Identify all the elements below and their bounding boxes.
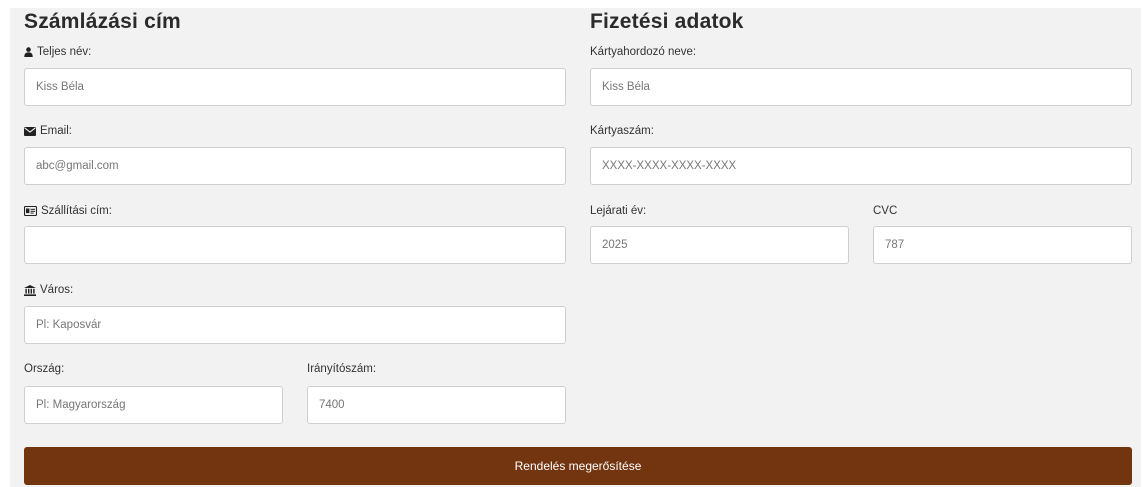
exp-year-input[interactable] bbox=[590, 226, 849, 264]
cvc-input[interactable] bbox=[873, 226, 1132, 264]
email-label: Email: bbox=[24, 125, 72, 137]
city-input[interactable] bbox=[24, 306, 566, 344]
full-name-label-text: Teljes név: bbox=[37, 46, 92, 58]
full-name-label: Teljes név: bbox=[24, 46, 91, 58]
zip-input[interactable] bbox=[307, 386, 566, 424]
card-holder-input[interactable] bbox=[590, 68, 1132, 106]
full-name-input[interactable] bbox=[24, 68, 566, 106]
payment-title: Fizetési adatok bbox=[590, 10, 744, 33]
exp-year-label-text: Lejárati év: bbox=[590, 205, 647, 217]
shipping-address-input[interactable] bbox=[24, 226, 566, 264]
shipping-address-label-text: Szállítási cím: bbox=[41, 205, 112, 217]
card-number-input[interactable] bbox=[590, 147, 1132, 185]
zip-label: Irányítószám: bbox=[307, 363, 376, 375]
country-label: Ország: bbox=[24, 363, 64, 375]
city-label-text: Város: bbox=[40, 284, 74, 296]
country-label-text: Ország: bbox=[24, 363, 65, 375]
bank-icon bbox=[24, 284, 36, 296]
confirm-order-button[interactable]: Rendelés megerősítése bbox=[24, 447, 1132, 485]
country-input[interactable] bbox=[24, 386, 283, 424]
email-label-text: Email: bbox=[40, 125, 72, 137]
id-card-icon bbox=[24, 206, 37, 216]
cvc-label-text: CVC bbox=[873, 205, 898, 217]
exp-year-label: Lejárati év: bbox=[590, 205, 646, 217]
email-input[interactable] bbox=[24, 147, 566, 185]
zip-label-text: Irányítószám: bbox=[307, 363, 377, 375]
shipping-address-label: Szállítási cím: bbox=[24, 205, 112, 217]
envelope-icon bbox=[24, 126, 36, 136]
cvc-label: CVC bbox=[873, 205, 897, 217]
billing-title: Számlázási cím bbox=[24, 10, 181, 33]
card-number-label-text: Kártyaszám: bbox=[590, 125, 654, 137]
city-label: Város: bbox=[24, 284, 73, 296]
card-number-label: Kártyaszám: bbox=[590, 125, 654, 137]
user-icon bbox=[24, 47, 33, 57]
card-holder-label: Kártyahordozó neve: bbox=[590, 46, 696, 58]
card-holder-label-text: Kártyahordozó neve: bbox=[590, 46, 697, 58]
